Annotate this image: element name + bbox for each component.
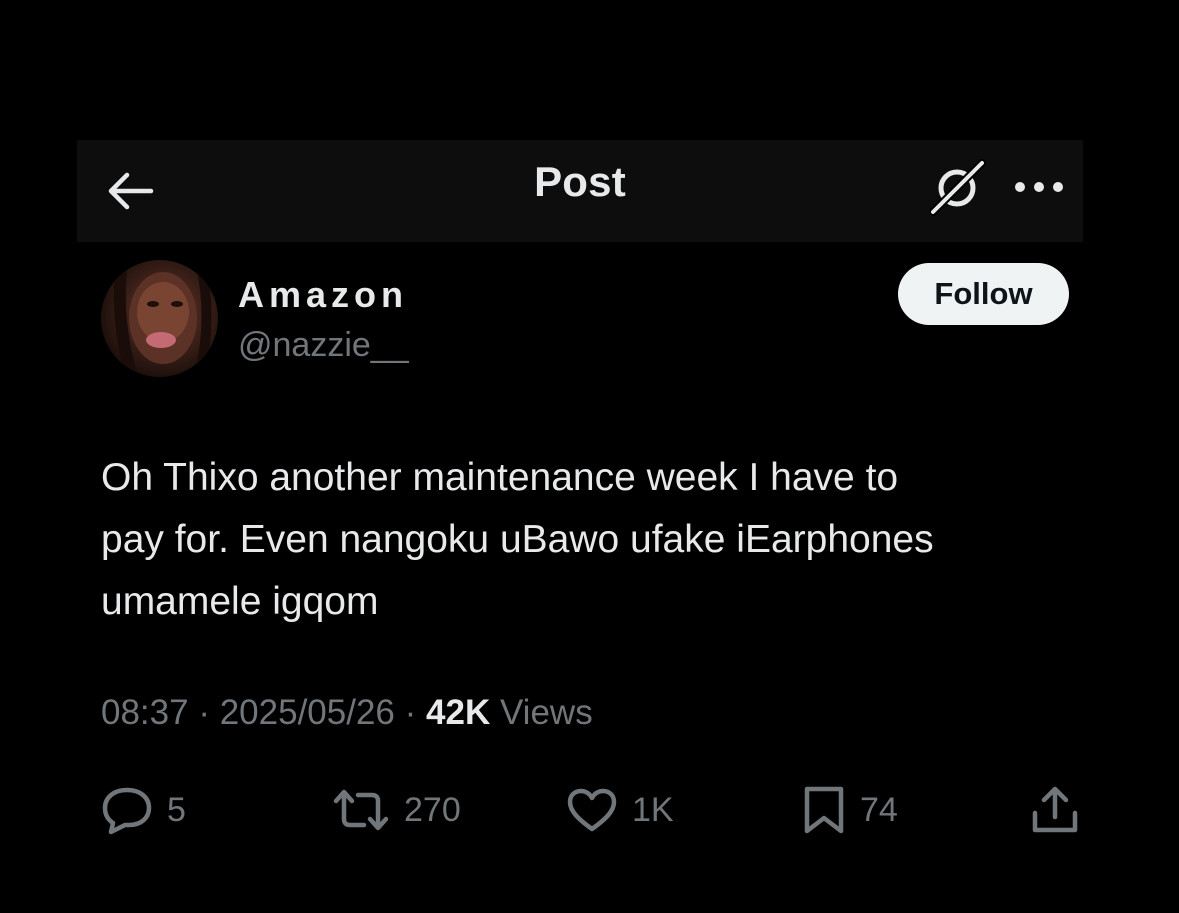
bookmark-button[interactable]: 74 <box>802 780 898 840</box>
meta-separator: · <box>198 693 210 732</box>
more-button[interactable] <box>1009 162 1069 212</box>
reply-icon <box>101 785 153 835</box>
post-date[interactable]: 2025/05/26 <box>220 693 395 732</box>
top-bar: Post <box>77 140 1083 242</box>
avatar[interactable] <box>101 260 218 377</box>
follow-button[interactable]: Follow <box>898 263 1069 325</box>
post-text: Oh Thixo another maintenance week I have… <box>101 456 934 623</box>
like-count: 1K <box>632 790 674 829</box>
repost-count: 270 <box>404 790 461 829</box>
author-handle[interactable]: @nazzie__ <box>238 326 409 365</box>
views-label: Views <box>499 693 593 732</box>
share-button[interactable] <box>1030 780 1080 840</box>
more-horizontal-icon <box>1013 180 1065 194</box>
post-time[interactable]: 08:37 <box>101 693 189 732</box>
reply-button[interactable]: 5 <box>101 780 186 840</box>
post-page: Post Amazon @nazzie__ Follow Oh Thixo an… <box>0 0 1179 913</box>
author-display-name[interactable]: Amazon <box>238 274 408 316</box>
like-button[interactable]: 1K <box>566 780 674 840</box>
reply-count: 5 <box>167 790 186 829</box>
share-icon <box>1030 785 1080 835</box>
bookmark-count: 74 <box>860 790 898 829</box>
action-bar: 5 270 1K 74 <box>0 780 1179 840</box>
repost-button[interactable]: 270 <box>332 780 461 840</box>
heart-icon <box>566 787 618 833</box>
grok-button[interactable] <box>925 156 989 220</box>
meta-separator: · <box>404 693 417 732</box>
views-count: 42K <box>426 693 491 732</box>
grok-icon <box>927 158 987 218</box>
repost-icon <box>332 787 390 833</box>
bookmark-icon <box>802 784 846 836</box>
post-metadata: 08:37 · 2025/05/26 · 42K Views <box>101 693 593 733</box>
